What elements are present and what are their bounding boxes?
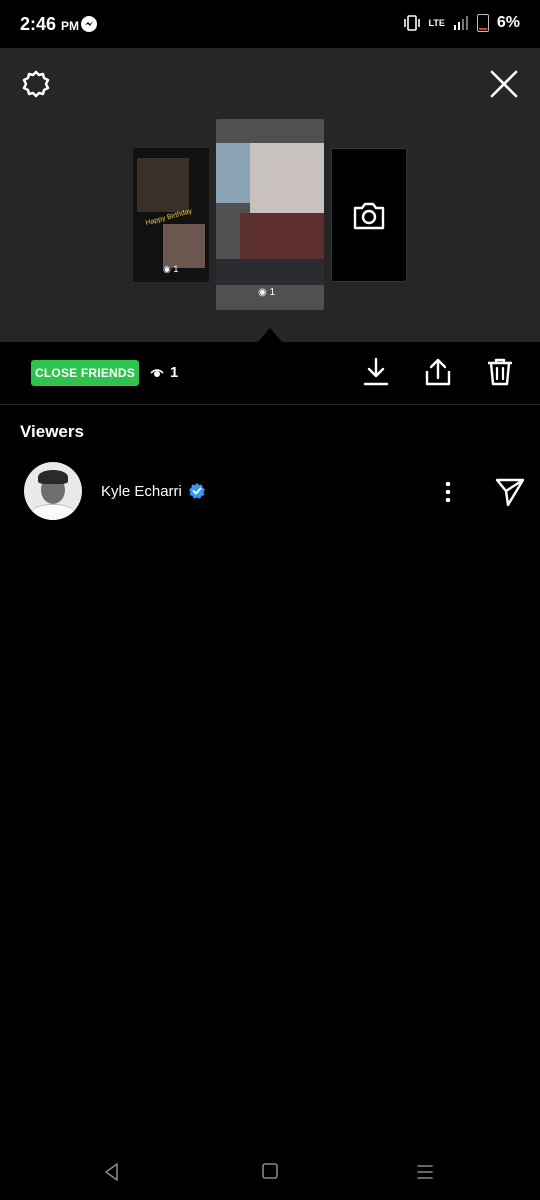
- view-count-number: 1: [170, 364, 179, 381]
- close-friends-badge[interactable]: CLOSE FRIENDS: [31, 360, 139, 386]
- signal-icon: [453, 16, 468, 30]
- add-story-button[interactable]: [331, 148, 407, 282]
- download-icon[interactable]: [360, 356, 392, 388]
- viewers-heading: Viewers: [20, 422, 84, 441]
- thumbnail-road: [216, 259, 324, 285]
- close-icon[interactable]: [486, 66, 522, 102]
- battery-percent: 6%: [496, 14, 520, 31]
- story-thumbnail-previous[interactable]: Happy Birthday ◉ 1: [133, 148, 209, 282]
- messenger-notification-icon: [81, 16, 97, 32]
- camera-icon: [353, 202, 385, 230]
- home-icon[interactable]: [261, 1162, 279, 1180]
- viewer-row[interactable]: Kyle Echarri: [0, 460, 540, 524]
- status-right: LTE 6%: [403, 14, 520, 32]
- story-preview-panel: Happy Birthday ◉ 1 ◉ 1: [0, 48, 540, 342]
- thumbnail-photo: [137, 158, 189, 212]
- story-thumbnail-selected[interactable]: ◉ 1: [216, 119, 324, 310]
- eye-icon: [150, 368, 164, 377]
- view-count: 1: [150, 364, 178, 381]
- network-type: LTE: [428, 18, 445, 28]
- back-icon[interactable]: [102, 1162, 122, 1182]
- status-bar: 2:46 PM LTE 6%: [0, 0, 540, 48]
- share-icon[interactable]: [422, 356, 454, 388]
- thumbnail-photo: [163, 224, 205, 268]
- thumbnail-view-count: ◉ 1: [258, 287, 276, 298]
- verified-badge-icon: [188, 483, 205, 499]
- status-time: 2:46 PM: [20, 14, 80, 34]
- thumbnail-view-count: ◉ 1: [163, 264, 179, 274]
- selection-pointer: [258, 328, 282, 342]
- vibrate-icon: [403, 15, 420, 31]
- battery-icon: [476, 14, 489, 32]
- trash-icon[interactable]: [484, 356, 516, 388]
- recents-icon[interactable]: [416, 1162, 434, 1182]
- avatar[interactable]: [24, 462, 82, 520]
- settings-gear-icon[interactable]: [18, 66, 54, 102]
- more-options-icon[interactable]: [436, 478, 460, 506]
- send-message-icon[interactable]: [494, 476, 526, 508]
- system-nav-bar: [0, 1144, 540, 1200]
- viewer-name[interactable]: Kyle Echarri: [101, 482, 206, 500]
- story-actions-bar: CLOSE FRIENDS 1: [0, 342, 540, 405]
- thumbnail-cable-car: [240, 213, 324, 259]
